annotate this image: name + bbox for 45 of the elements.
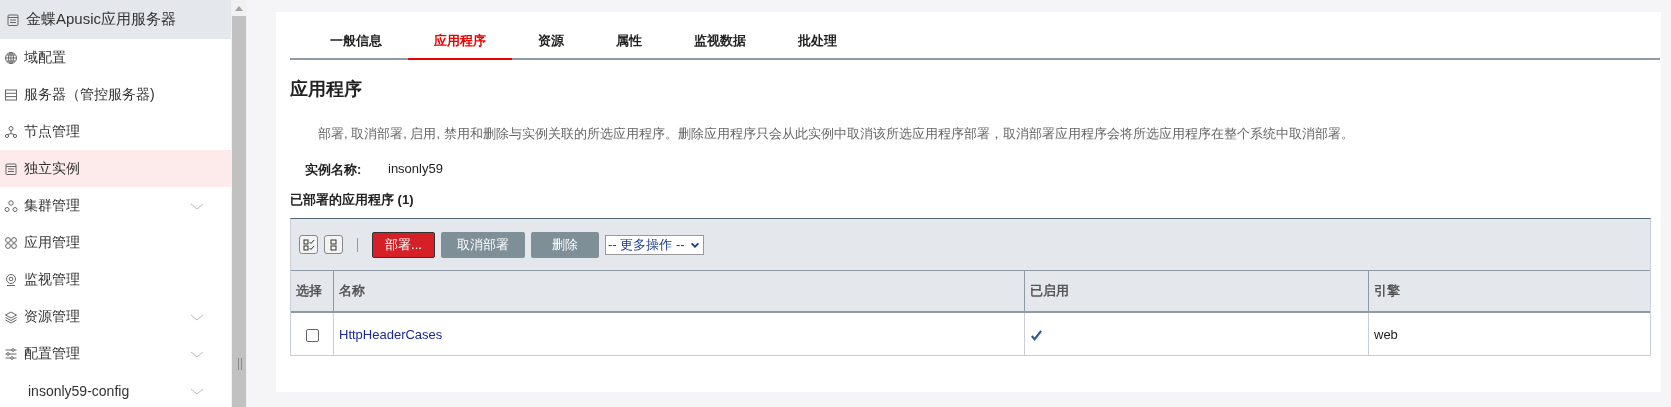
deselect-all-button[interactable] <box>324 235 343 254</box>
webcam-icon <box>4 272 18 287</box>
tab[interactable]: 监视数据 <box>668 23 772 60</box>
scrollbar[interactable] <box>231 0 247 407</box>
sidebar-item[interactable]: 配置管理 <box>0 335 231 372</box>
column-header: 选择 <box>291 270 334 312</box>
sidebar-item[interactable]: 节点管理 <box>0 113 231 150</box>
layers-icon <box>4 309 18 324</box>
globe-icon <box>4 50 18 65</box>
cluster-icon <box>4 198 18 213</box>
select-all-button[interactable] <box>299 235 318 254</box>
sidebar-item[interactable]: 独立实例 <box>0 150 231 187</box>
sidebar-item[interactable]: insonly59-config <box>0 372 231 407</box>
sidebar-item[interactable]: 应用管理 <box>0 224 231 261</box>
more-actions-select[interactable]: -- 更多操作 -- <box>605 234 704 255</box>
app-link[interactable]: HttpHeaderCases <box>339 326 443 342</box>
document-icon <box>4 161 18 176</box>
tab[interactable]: 资源 <box>512 23 590 60</box>
tab[interactable]: 属性 <box>590 23 668 60</box>
description: 部署, 取消部署, 启用, 禁用和删除与实例关联的所选应用程序。删除应用程序只会从此实例中取消该所选应用程序部署，取消部署应用程序会将所选应用程序在整个系统中取消部署。 <box>318 125 1355 143</box>
document-icon <box>6 12 20 27</box>
column-header: 名称 <box>333 270 1025 312</box>
column-header: 引擎 <box>1368 270 1650 312</box>
instance-name: insonly59 <box>388 161 443 178</box>
nodes-icon <box>4 124 18 139</box>
sidebar-item[interactable]: 服务器（管控服务器) <box>0 76 231 113</box>
tab[interactable]: 一般信息 <box>304 23 408 60</box>
sidebar-item[interactable]: 资源管理 <box>0 298 231 335</box>
sidebar-header[interactable]: 金蝶Apusic应用服务器 <box>0 0 231 39</box>
grid-icon <box>4 235 18 250</box>
tab[interactable]: 应用程序 <box>408 23 512 60</box>
sidebar-item[interactable]: 监视管理 <box>0 261 231 298</box>
server-icon <box>4 87 18 102</box>
column-header: 已启用 <box>1024 270 1369 312</box>
sliders-icon <box>4 346 18 361</box>
section-title: 已部署的应用程序 (1) <box>290 191 415 209</box>
checkbox[interactable] <box>305 328 319 342</box>
instance-label: 实例名称: <box>305 161 363 179</box>
sidebar-item[interactable]: 域配置 <box>0 39 231 76</box>
table-cell: web <box>1368 312 1650 355</box>
deploy-button[interactable]: 部署... <box>372 231 435 258</box>
page-title: 应用程序 <box>290 78 363 101</box>
checklist-icon <box>301 237 316 252</box>
sidebar-item[interactable]: 集群管理 <box>0 187 231 224</box>
tab[interactable]: 批处理 <box>772 23 863 60</box>
